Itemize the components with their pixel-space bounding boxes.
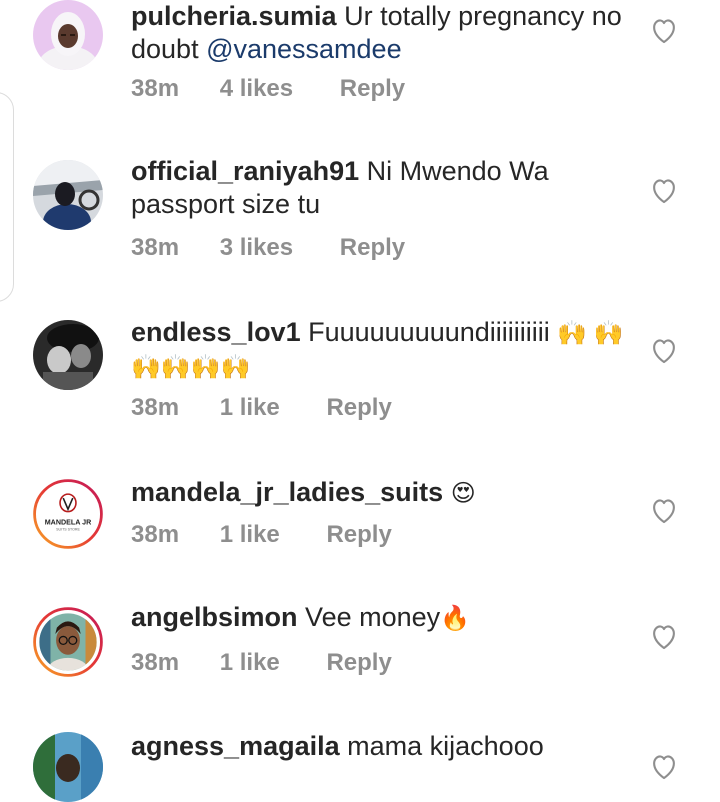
colorful-portrait-photo-icon: [33, 732, 103, 802]
comment-body: mama kijachooo: [347, 731, 544, 761]
avatar-logo-subtext: SUITS STORE: [56, 528, 80, 532]
comment-time: 38m: [131, 521, 180, 548]
mandela-jr-logo-icon: MANDELA JR SUITS STORE: [33, 479, 103, 549]
comment-time: 38m: [131, 649, 180, 676]
comment-username[interactable]: angelbsimon: [131, 602, 298, 632]
comment-time: 38m: [131, 394, 180, 421]
comment-text: official_raniyah91 Ni Mwendo Wa passport…: [131, 155, 631, 221]
comment-meta: 38m 1 like Reply: [131, 649, 392, 677]
comment-likes[interactable]: 3 likes: [220, 234, 293, 262]
avatar-logo-text: MANDELA JR: [45, 518, 92, 526]
avatar[interactable]: [33, 0, 103, 70]
like-heart-icon[interactable]: [650, 754, 678, 780]
comment-body: Fuuuuuuuuundiiiiiiiiii: [308, 317, 558, 347]
heart-eyes-emoji: 😍: [450, 480, 476, 507]
comment-meta: 38m 1 like Reply: [131, 521, 392, 549]
comment-text: agness_magaila mama kijachooo: [131, 730, 631, 763]
reply-button[interactable]: Reply: [326, 649, 391, 677]
comment-body: Vee money: [305, 602, 441, 632]
avatar[interactable]: [33, 732, 103, 802]
comment-likes[interactable]: 1 like: [220, 394, 280, 422]
avatar-with-story-ring[interactable]: [24, 598, 112, 686]
comment-meta: 38m 4 likes Reply: [131, 75, 405, 103]
comment-text: mandela_jr_ladies_suits 😍: [131, 476, 631, 510]
comment-meta: 38m 1 like Reply: [131, 394, 392, 422]
comment-username[interactable]: agness_magaila: [131, 731, 340, 761]
avatar-with-story-ring[interactable]: MANDELA JR SUITS STORE: [24, 470, 112, 558]
hijab-profile-photo-icon: [33, 0, 103, 70]
reply-button[interactable]: Reply: [326, 521, 391, 549]
comment-username[interactable]: mandela_jr_ladies_suits: [131, 477, 443, 507]
comment-likes[interactable]: 1 like: [220, 521, 280, 549]
like-heart-icon[interactable]: [650, 498, 678, 524]
avatar[interactable]: [33, 160, 103, 230]
bw-portrait-photo-icon: [33, 320, 103, 390]
avatar[interactable]: [33, 320, 103, 390]
comment-username[interactable]: official_raniyah91: [131, 156, 359, 186]
reply-button[interactable]: Reply: [326, 394, 391, 422]
comment-username[interactable]: endless_lov1: [131, 317, 301, 347]
comment-likes[interactable]: 1 like: [220, 649, 280, 677]
comment-text: angelbsimon Vee money🔥: [131, 601, 631, 635]
like-heart-icon[interactable]: [650, 338, 678, 364]
comment-mention[interactable]: @vanessamdee: [206, 34, 402, 64]
glasses-portrait-photo-icon: [33, 607, 103, 677]
comment-username[interactable]: pulcheria.sumia: [131, 1, 337, 31]
reply-button[interactable]: Reply: [340, 75, 405, 103]
comment-time: 38m: [131, 234, 180, 261]
fire-emoji: 🔥: [440, 605, 471, 632]
comment-time: 38m: [131, 75, 180, 102]
reply-button[interactable]: Reply: [340, 234, 405, 262]
comment-text: endless_lov1 Fuuuuuuuuundiiiiiiiiii 🙌 🙌🙌…: [131, 316, 631, 384]
like-heart-icon[interactable]: [650, 178, 678, 204]
car-selfie-photo-icon: [33, 160, 103, 230]
comment-likes[interactable]: 4 likes: [220, 75, 293, 103]
comment-text: pulcheria.sumia Ur totally pregnancy no …: [131, 0, 631, 66]
comment-meta: 38m 3 likes Reply: [131, 234, 405, 262]
like-heart-icon[interactable]: [650, 624, 678, 650]
side-sheet-edge: [0, 92, 14, 302]
like-heart-icon[interactable]: [650, 18, 678, 44]
